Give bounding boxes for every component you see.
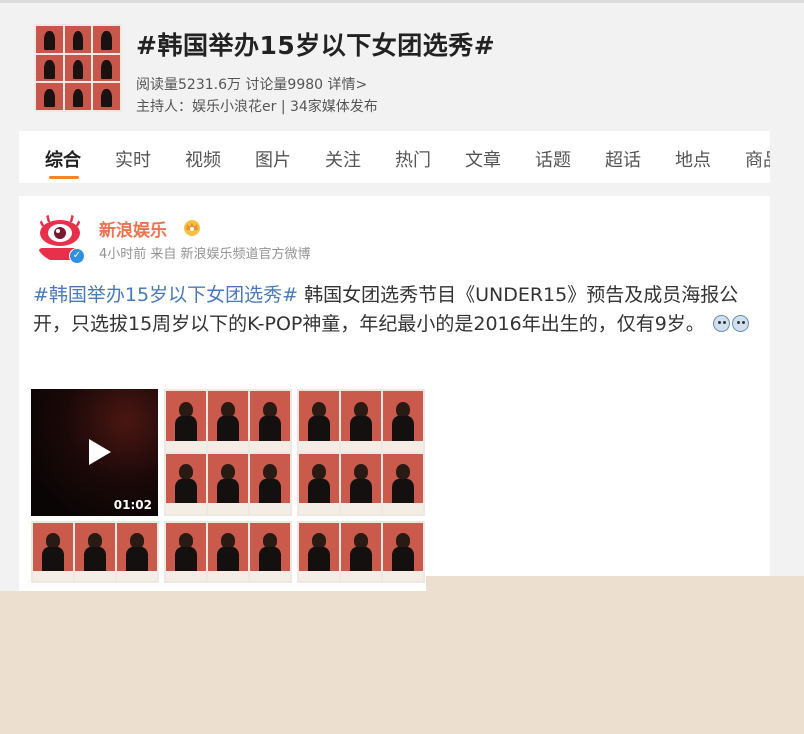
author-name[interactable]: 新浪娱乐 [99, 216, 167, 241]
tab-following[interactable]: 关注 [325, 146, 361, 172]
post-hashtag-link[interactable]: #韩国举办15岁以下女团选秀# [33, 284, 298, 306]
verified-icon: ✓ [69, 248, 85, 264]
tab-locations[interactable]: 地点 [675, 146, 711, 172]
topic-header: #韩国举办15岁以下女团选秀# 阅读量5231.6万 讨论量9980 详情> 主… [0, 14, 804, 124]
poster-image[interactable] [297, 521, 425, 583]
crown-icon [184, 220, 200, 236]
post-body: #韩国举办15岁以下女团选秀# 韩国女团选秀节目《UNDER15》预告及成员海报… [33, 281, 755, 339]
poster-image[interactable] [297, 389, 425, 516]
tab-topics[interactable]: 话题 [535, 146, 571, 172]
tab-comprehensive[interactable]: 综合 [45, 146, 81, 172]
tab-video[interactable]: 视频 [185, 146, 221, 172]
top-divider [0, 0, 804, 3]
tab-supertopics[interactable]: 超话 [605, 146, 641, 172]
topic-cover-image[interactable] [34, 24, 122, 112]
tab-articles[interactable]: 文章 [465, 146, 501, 172]
emoji-icon [712, 315, 730, 332]
topic-title: #韩国举办15岁以下女团选秀# [136, 31, 496, 60]
poster-image[interactable] [164, 521, 292, 583]
post-meta: 4小时前 来自 新浪娱乐频道官方微博 [99, 247, 311, 262]
play-icon[interactable] [89, 439, 111, 465]
video-duration: 01:02 [113, 498, 152, 512]
poster-image[interactable] [31, 521, 159, 583]
tab-hot[interactable]: 热门 [395, 146, 431, 172]
emoji-icon [731, 315, 749, 332]
post-media-grid: 01:02 [31, 389, 429, 616]
tab-images[interactable]: 图片 [255, 146, 291, 172]
poster-image[interactable] [164, 389, 292, 516]
tab-products[interactable]: 商品 [745, 146, 770, 172]
active-tab-indicator [49, 176, 79, 179]
tab-bar: 综合 实时 视频 图片 关注 热门 文章 话题 超话 地点 商品 [19, 131, 770, 183]
video-thumbnail[interactable]: 01:02 [31, 389, 158, 516]
topic-host[interactable]: 主持人：娱乐小浪花er | 34家媒体发布 [136, 96, 378, 116]
tab-realtime[interactable]: 实时 [115, 146, 151, 172]
overlay-strip [426, 576, 804, 591]
post-card: ✓ 新浪娱乐 4小时前 来自 新浪娱乐频道官方微博 #韩国举办15岁以下女团选秀… [19, 196, 770, 616]
topic-stats[interactable]: 阅读量5231.6万 讨论量9980 详情> [136, 74, 367, 94]
overlay-panel [0, 591, 804, 734]
